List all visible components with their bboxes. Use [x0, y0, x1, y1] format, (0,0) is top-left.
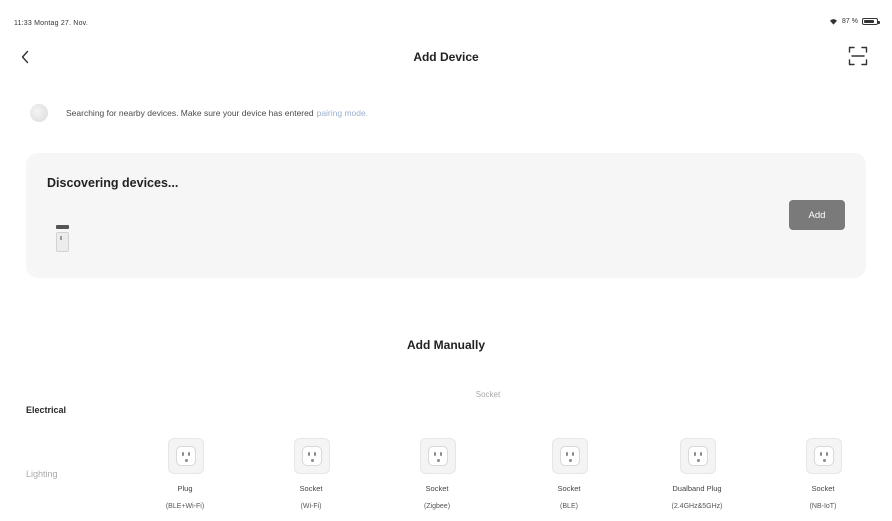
status-bar: 11:33 Montag 27. Nov. 87 %	[0, 0, 892, 40]
socket-icon	[420, 438, 456, 474]
wifi-icon	[830, 19, 838, 25]
battery-icon	[862, 18, 880, 25]
pairing-mode-link[interactable]: pairing mode.	[317, 108, 369, 118]
device-tile-socket-zigbee[interactable]: Socket (Zigbee)	[382, 438, 492, 521]
category-item-lighting[interactable]: Lighting	[0, 452, 84, 496]
device-tile-protocol: (2.4GHz&5GHz)	[671, 503, 723, 510]
add-button[interactable]: Add	[789, 200, 845, 230]
device-tile-name: Socket	[811, 484, 835, 493]
device-tile-socket-ble[interactable]: Socket (BLE)	[514, 438, 624, 521]
found-device-icon[interactable]	[55, 224, 69, 254]
search-hint: Searching for nearby devices. Make sure …	[30, 103, 368, 123]
device-tile-protocol: (Zigbee)	[423, 503, 451, 510]
device-tile-dualband-plug[interactable]: Dualband Plug (2.4GHz&5GHz)	[642, 438, 752, 521]
device-tile-name: Socket	[299, 484, 323, 493]
socket-icon	[552, 438, 588, 474]
socket-icon	[168, 438, 204, 474]
section-label-socket: Socket	[475, 390, 501, 399]
device-tile-name: Socket	[425, 484, 449, 493]
status-indicators: 87 %	[829, 18, 880, 25]
category-item-electrical[interactable]: Electrical	[0, 388, 84, 432]
discovery-card: Discovering devices... Add	[26, 153, 866, 278]
device-tile-name: Plug	[177, 484, 193, 493]
add-manually-title: Add Manually	[406, 338, 485, 352]
device-tile-plug-ble-wifi[interactable]: Plug (BLE+Wi-Fi)	[130, 438, 240, 521]
search-hint-text: Searching for nearby devices. Make sure …	[66, 108, 314, 118]
socket-icon	[294, 438, 330, 474]
device-tile-socket-nbiot[interactable]: Socket (NB-IoT)	[768, 438, 878, 521]
status-time-date: 11:33 Montag 27. Nov.	[14, 20, 88, 27]
device-tile-protocol: (BLE)	[560, 503, 578, 510]
device-tile-protocol: (NB-IoT)	[809, 503, 837, 510]
scan-icon	[848, 46, 868, 66]
device-tile-protocol: (Wi-Fi)	[300, 503, 322, 510]
device-tile-socket-wifi[interactable]: Socket (Wi-Fi)	[256, 438, 366, 521]
category-list: Electrical Lighting	[0, 388, 84, 521]
device-grid: Plug (BLE+Wi-Fi) Socket (Wi-Fi) Socket (…	[130, 438, 892, 521]
battery-percentage: 87 %	[842, 18, 858, 25]
discovery-title: Discovering devices...	[47, 176, 179, 190]
device-tile-protocol: (BLE+Wi-Fi)	[165, 503, 205, 510]
device-tile-name: Dualband Plug	[672, 484, 722, 493]
searching-spinner-icon	[30, 104, 48, 122]
page-title: Add Device	[413, 50, 479, 64]
device-tile-name: Socket	[557, 484, 581, 493]
socket-icon	[806, 438, 842, 474]
nav-bar: Add Device	[0, 40, 892, 74]
scan-button[interactable]	[846, 44, 870, 68]
socket-icon	[680, 438, 716, 474]
